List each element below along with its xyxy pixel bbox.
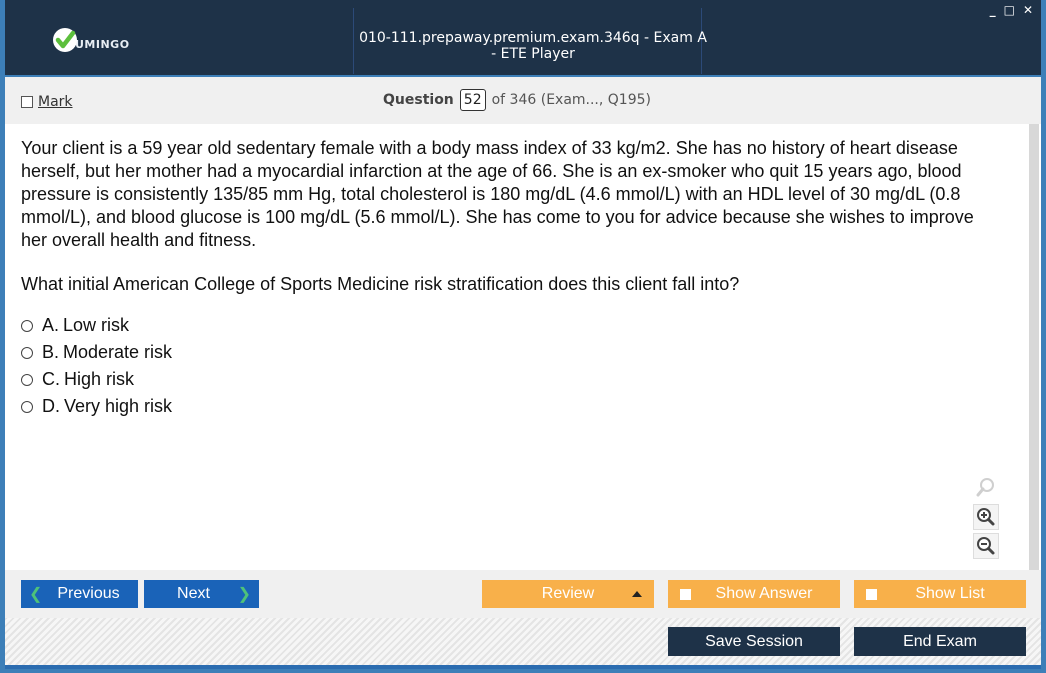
checkbox-icon[interactable] <box>21 96 33 108</box>
save-session-button[interactable]: Save Session <box>668 627 840 656</box>
question-prompt: What initial American College of Sports … <box>21 274 740 294</box>
vumingo-logo: UMINGO <box>51 24 130 56</box>
maximize-icon[interactable]: □ <box>1004 4 1015 16</box>
session-bar: Save Session End Exam <box>5 618 1041 665</box>
show-answer-toggle[interactable]: Show Answer <box>668 580 840 608</box>
minimize-icon[interactable]: _ <box>990 4 996 16</box>
question-content: Your client is a 59 year old sedentary f… <box>5 124 1041 570</box>
title-separator <box>353 8 354 74</box>
previous-label: Previous <box>57 585 120 602</box>
radio-icon[interactable] <box>21 346 33 359</box>
previous-button[interactable]: ❮ Previous <box>21 580 138 608</box>
zoom-in-icon[interactable] <box>973 504 999 530</box>
radio-icon[interactable] <box>21 319 33 332</box>
review-button[interactable]: Review <box>482 580 654 608</box>
title-bar: UMINGO 010-111.prepaway.premium.exam.346… <box>5 0 1041 75</box>
option-b[interactable]: B. Moderate risk <box>21 339 172 366</box>
option-c[interactable]: C. High risk <box>21 366 172 393</box>
show-answer-label: Show Answer <box>715 585 813 602</box>
review-label: Review <box>541 585 595 602</box>
checkbox-icon[interactable] <box>866 588 877 600</box>
close-icon[interactable]: ✕ <box>1023 4 1033 16</box>
bottom-border <box>5 665 1041 669</box>
radio-icon[interactable] <box>21 400 33 413</box>
window-controls: _ □ ✕ <box>990 4 1033 16</box>
check-logo-icon <box>51 26 79 54</box>
answer-options: A. Low risk B. Moderate risk C. High ris… <box>21 312 172 420</box>
question-total: of 346 (Exam..., Q195) <box>491 92 651 108</box>
mark-label: Mark <box>38 94 73 110</box>
option-text: Very high risk <box>64 396 173 416</box>
caret-up-icon <box>632 591 642 597</box>
checkbox-icon[interactable] <box>680 588 691 600</box>
end-exam-button[interactable]: End Exam <box>854 627 1026 656</box>
question-header: Mark Question 52 of 346 (Exam..., Q195) <box>5 77 1041 124</box>
zoom-out-icon[interactable] <box>973 533 999 559</box>
zoom-reset-icon[interactable] <box>973 474 999 500</box>
end-exam-label: End Exam <box>903 632 977 650</box>
next-label: Next <box>177 585 210 602</box>
option-text: Moderate risk <box>63 342 173 362</box>
question-label: Question <box>383 92 454 108</box>
show-list-label: Show List <box>915 585 985 602</box>
window-title: 010-111.prepaway.premium.exam.346q - Exa… <box>359 30 707 62</box>
next-button[interactable]: Next ❯ <box>144 580 259 608</box>
logo-text: UMINGO <box>75 37 130 51</box>
show-list-toggle[interactable]: Show List <box>854 580 1026 608</box>
question-number-input[interactable]: 52 <box>459 89 486 111</box>
chevron-left-icon: ❮ <box>29 586 43 603</box>
option-text: Low risk <box>63 315 130 335</box>
radio-icon[interactable] <box>21 373 33 386</box>
save-session-label: Save Session <box>705 632 803 650</box>
option-d[interactable]: D. Very high risk <box>21 393 172 420</box>
question-indicator: Question 52 of 346 (Exam..., Q195) <box>383 89 651 111</box>
question-scenario: Your client is a 59 year old sedentary f… <box>21 138 974 250</box>
navigation-bar: ❮ Previous Next ❯ Review Show Answer Sho… <box>5 570 1041 618</box>
mark-checkbox[interactable]: Mark <box>21 94 73 110</box>
chevron-right-icon: ❯ <box>237 586 251 603</box>
option-text: High risk <box>64 369 135 389</box>
vertical-scrollbar[interactable] <box>1029 124 1039 570</box>
option-a[interactable]: A. Low risk <box>21 312 172 339</box>
